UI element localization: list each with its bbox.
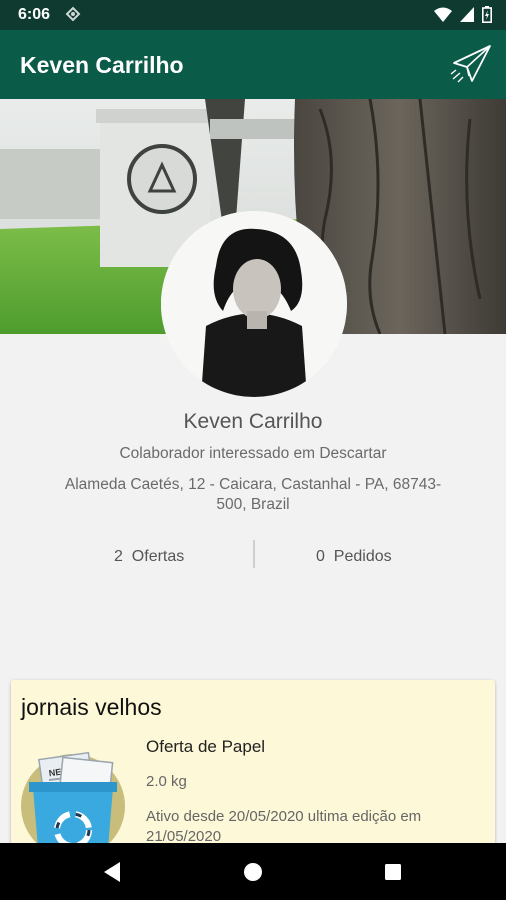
navigation-bar [0,843,506,900]
orders-label: Pedidos [333,548,392,565]
app-bar: Keven Carrilho [0,30,506,99]
app-bar-title: Keven Carrilho [20,52,184,78]
status-icons [434,6,492,23]
recents-icon[interactable] [378,857,408,887]
offer-card[interactable]: jornais velhos NEWS Oferta de Papel 2.0 … [11,680,495,860]
orders-count: 0 [316,548,325,565]
status-time: 6:06 [18,6,51,23]
offer-dates: Ativo desde 20/05/2020 ultima edição em … [146,808,422,845]
offers-stat[interactable]: 2 Ofertas [114,548,184,566]
offer-title: jornais velhos [21,694,162,720]
profile-stats: 2 Ofertas 0 Pedidos [0,540,506,572]
back-icon[interactable] [98,857,128,887]
offers-label: Ofertas [131,548,185,565]
notification-app-icon [65,6,81,22]
offers-count: 2 [114,548,123,565]
offer-type: Oferta de Papel [146,737,266,756]
battery-icon [482,6,492,23]
stats-divider [253,540,255,568]
orders-stat[interactable]: 0 Pedidos [316,548,392,566]
wifi-icon [434,7,452,22]
profile-name: Keven Carrilho [183,410,323,433]
status-bar: 6:06 [0,0,506,30]
profile-address: Alameda Caetés, 12 - Caicara, Castanhal … [64,476,442,513]
profile-role: Colaborador interessado em Descartar [119,445,387,462]
profile-avatar[interactable] [161,211,347,397]
home-icon[interactable] [238,857,268,887]
signal-icon [460,7,474,22]
paper-plane-icon[interactable] [450,43,492,85]
offer-weight: 2.0 kg [146,773,187,790]
